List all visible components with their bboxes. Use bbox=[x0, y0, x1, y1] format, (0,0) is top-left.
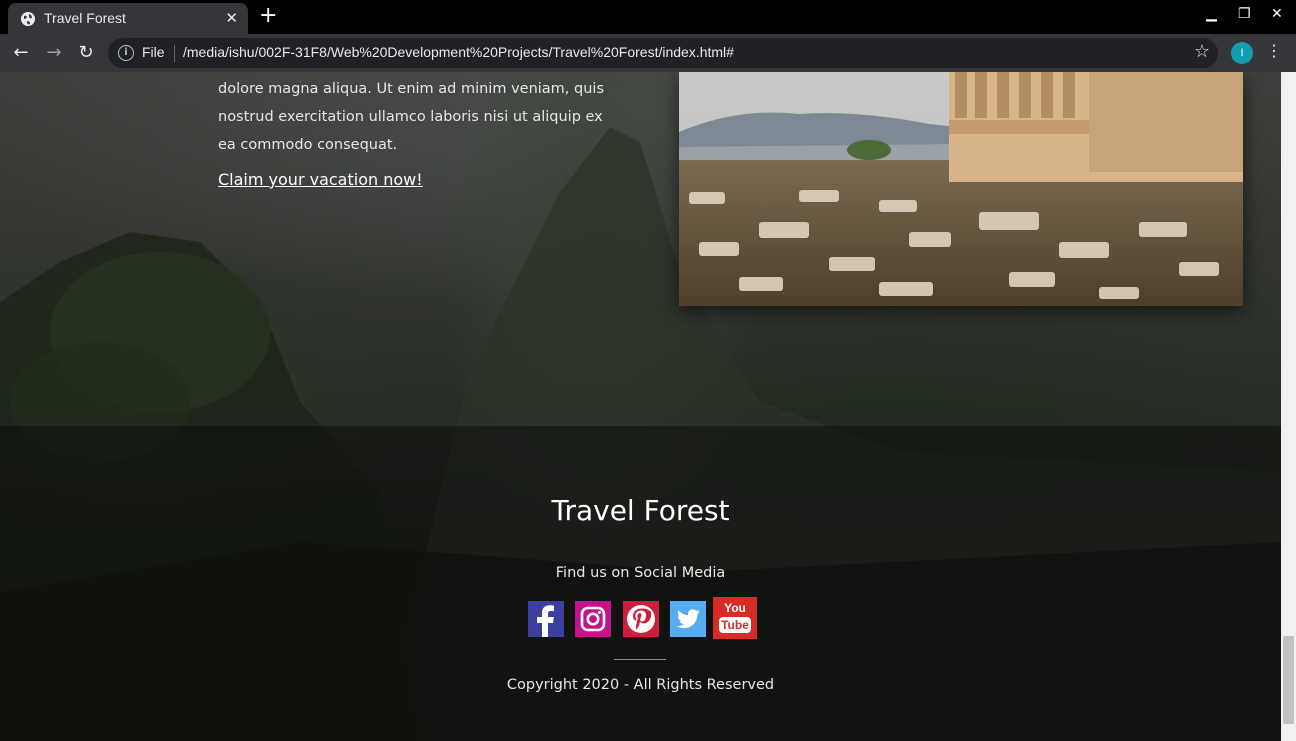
acropolis-photo bbox=[679, 72, 1243, 306]
scrollbar-thumb[interactable] bbox=[1283, 636, 1294, 724]
footer-title: Travel Forest bbox=[551, 494, 730, 527]
tab-strip: Travel Forest ✕ + ▁ ❐ ✕ bbox=[0, 0, 1296, 34]
new-tab-button[interactable]: + bbox=[259, 5, 277, 27]
bookmark-star-icon[interactable]: ☆ bbox=[1194, 41, 1210, 62]
tab-title: Travel Forest bbox=[44, 10, 126, 26]
intro-paragraph: dolore magna aliqua. Ut enim ad minim ve… bbox=[218, 80, 604, 153]
copyright-text: Copyright 2020 - All Rights Reserved bbox=[506, 677, 775, 693]
reload-icon[interactable]: ↻ bbox=[75, 42, 97, 64]
profile-avatar[interactable]: I bbox=[1231, 42, 1253, 64]
url-scheme: File bbox=[142, 44, 165, 60]
youtube-icon[interactable]: You Tube bbox=[713, 597, 757, 639]
footer-divider bbox=[614, 659, 666, 660]
footer: Travel Forest Find us on Social Media Yo… bbox=[0, 426, 1281, 741]
minimize-icon[interactable]: ▁ bbox=[1206, 6, 1217, 22]
restore-icon[interactable]: ❐ bbox=[1238, 6, 1251, 22]
page-viewport: dolore magna aliqua. Ut enim ad minim ve… bbox=[0, 72, 1281, 741]
youtube-label-top: You bbox=[724, 601, 746, 615]
address-bar[interactable]: i File /media/ishu/002F-31F8/Web%20Devel… bbox=[108, 38, 1218, 68]
url-separator bbox=[174, 45, 175, 62]
claim-vacation-link[interactable]: Claim your vacation now! bbox=[218, 170, 423, 189]
twitter-icon[interactable] bbox=[670, 601, 706, 637]
back-icon[interactable]: ← bbox=[10, 42, 32, 64]
social-heading: Find us on Social Media bbox=[555, 565, 726, 581]
instagram-icon[interactable] bbox=[575, 601, 611, 637]
pinterest-icon[interactable] bbox=[623, 601, 659, 637]
menu-icon[interactable]: ⋮ bbox=[1266, 41, 1282, 60]
browser-toolbar: ← → ↻ i File /media/ishu/002F-31F8/Web%2… bbox=[0, 34, 1296, 72]
browser-tab[interactable]: Travel Forest ✕ bbox=[8, 3, 248, 34]
youtube-label-bottom: Tube bbox=[719, 617, 751, 633]
globe-icon bbox=[21, 12, 35, 26]
forward-icon[interactable]: → bbox=[43, 42, 65, 64]
info-icon[interactable]: i bbox=[118, 45, 134, 61]
window-close-icon[interactable]: ✕ bbox=[1271, 6, 1283, 22]
tab-close-icon[interactable]: ✕ bbox=[225, 9, 238, 27]
url-text[interactable]: /media/ishu/002F-31F8/Web%20Development%… bbox=[183, 44, 734, 60]
facebook-icon[interactable] bbox=[528, 601, 564, 637]
acropolis-image bbox=[679, 72, 1243, 306]
scrollbar[interactable] bbox=[1281, 72, 1296, 741]
